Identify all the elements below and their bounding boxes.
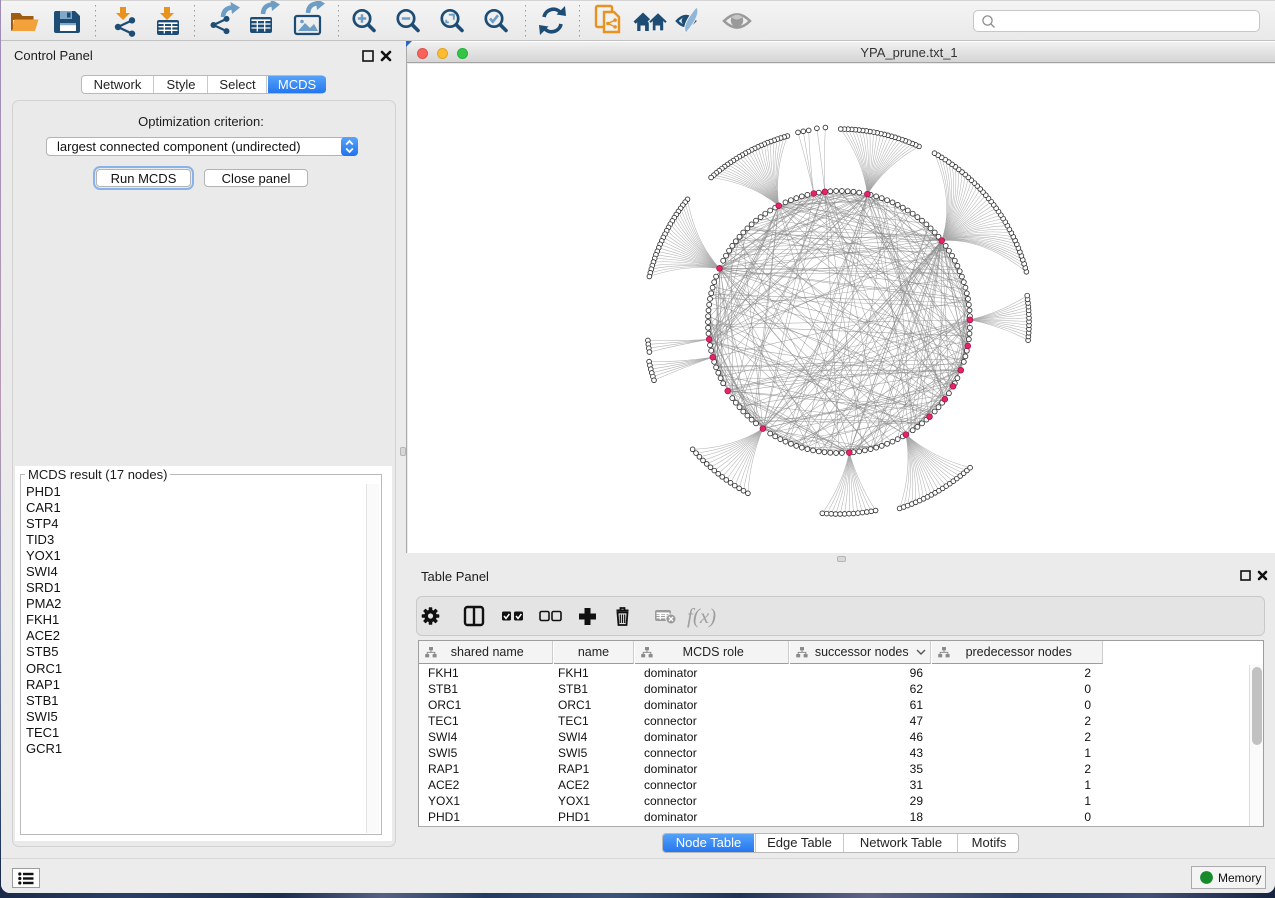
svg-text:f(x): f(x) bbox=[687, 604, 716, 628]
